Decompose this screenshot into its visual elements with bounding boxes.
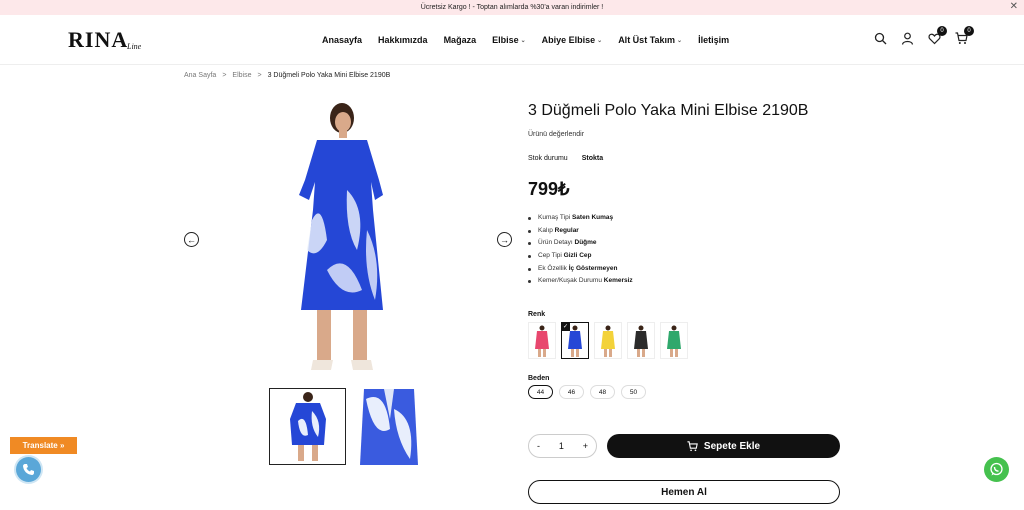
nav-item-hakkimizda[interactable]: Hakkımızda <box>378 35 428 45</box>
add-to-cart-button[interactable]: Sepete Ekle <box>607 434 840 458</box>
color-swatch-black[interactable] <box>627 322 655 360</box>
quantity-decrease-button[interactable]: - <box>537 441 540 451</box>
list-item: Kumaş Tipi Saten Kumaş <box>528 214 848 227</box>
list-item: Ek Özellik İç Göstermeyen <box>528 265 848 278</box>
stock-status: Stok durumu Stokta <box>528 155 848 162</box>
nav-item-alt-ust-takim[interactable]: Alt Üst Takım ⌄ <box>618 35 682 45</box>
cart-count-badge: 0 <box>964 26 974 36</box>
list-item: Kemer/Kuşak Durumu Kemersiz <box>528 277 848 290</box>
header-icons: 0 0 <box>874 26 974 45</box>
color-swatches: ✓ <box>528 322 848 360</box>
quantity-stepper: - 1 + <box>528 434 597 458</box>
wishlist-count-badge: 0 <box>937 26 947 36</box>
product-thumbnail-1[interactable] <box>269 388 346 465</box>
breadcrumb-category[interactable]: Elbise <box>232 72 251 79</box>
chevron-down-icon: ⌄ <box>677 37 683 44</box>
heart-icon[interactable]: 0 <box>928 26 947 45</box>
size-option-46[interactable]: 46 <box>559 385 584 400</box>
phone-icon <box>23 464 34 475</box>
prev-image-arrow-icon[interactable]: ← <box>184 232 199 247</box>
rate-product-link[interactable]: Ürünü değerlendir <box>528 131 848 138</box>
brand-sub: Line <box>127 42 142 51</box>
cart-icon[interactable]: 0 <box>955 26 974 45</box>
announcement-text: Ücretsiz Kargo ! - Toptan alımlarda %30'… <box>420 4 604 11</box>
next-image-arrow-icon[interactable]: → <box>497 232 512 247</box>
breadcrumb-separator: > <box>222 72 227 79</box>
product-price: 799₺ <box>528 179 570 199</box>
product-title: 3 Düğmeli Polo Yaka Mini Elbise 2190B <box>528 102 809 119</box>
product-main-image <box>287 100 397 380</box>
breadcrumb-separator: > <box>257 72 262 79</box>
close-icon[interactable]: ✕ <box>1010 1 1018 12</box>
breadcrumb-current: 3 Düğmeli Polo Yaka Mini Elbise 2190B <box>267 72 391 79</box>
size-option-50[interactable]: 50 <box>621 385 646 400</box>
list-item: Kalıp Regular <box>528 227 848 240</box>
product-info: 3 Düğmeli Polo Yaka Mini Elbise 2190B Ür… <box>528 102 848 400</box>
main-nav: Anasayfa Hakkımızda Mağaza Elbise ⌄ Abiye… <box>322 15 729 65</box>
color-swatch-pink[interactable] <box>528 322 556 360</box>
list-item: Ürün Detayı Düğme <box>528 239 848 252</box>
nav-item-elbise[interactable]: Elbise ⌄ <box>492 35 526 45</box>
search-icon[interactable] <box>874 32 887 45</box>
breadcrumb: Ana Sayfa > Elbise > 3 Düğmeli Polo Yaka… <box>184 72 390 79</box>
breadcrumb-home[interactable]: Ana Sayfa <box>184 72 216 79</box>
color-swatch-yellow[interactable] <box>594 322 622 360</box>
chevron-down-icon: ⌄ <box>520 37 526 44</box>
stock-value: Stokta <box>581 155 604 162</box>
nav-item-anasayfa[interactable]: Anasayfa <box>322 35 362 45</box>
size-options: 44 46 48 50 <box>528 385 848 400</box>
brand-logo[interactable]: RINA Line <box>68 25 148 55</box>
color-swatch-green[interactable] <box>660 322 688 360</box>
phone-call-button[interactable] <box>16 457 41 482</box>
whatsapp-button[interactable] <box>984 457 1009 482</box>
user-icon[interactable] <box>901 32 914 45</box>
quantity-value[interactable]: 1 <box>559 441 564 451</box>
size-label: Beden <box>528 375 550 383</box>
announcement-bar: Ücretsiz Kargo ! - Toptan alımlarda %30'… <box>0 0 1024 15</box>
size-option-44[interactable]: 44 <box>528 385 553 400</box>
product-thumbnail-2[interactable] <box>350 388 427 465</box>
nav-item-iletisim[interactable]: İletişim <box>698 35 729 45</box>
whatsapp-icon <box>990 462 1003 476</box>
add-to-cart-label: Sepete Ekle <box>703 440 761 452</box>
buy-now-button[interactable]: Hemen Al <box>528 480 840 504</box>
buy-now-label: Hemen Al <box>661 486 707 498</box>
nav-item-magaza[interactable]: Mağaza <box>444 35 477 45</box>
list-item: Cep Tipi Gizli Cep <box>528 252 848 265</box>
check-icon: ✓ <box>561 322 570 332</box>
feature-list: Kumaş Tipi Saten Kumaş Kalıp Regular Ürü… <box>528 214 848 290</box>
nav-item-abiye-elbise[interactable]: Abiye Elbise ⌄ <box>542 35 603 45</box>
quantity-increase-button[interactable]: + <box>583 441 588 451</box>
stock-label: Stok durumu <box>528 155 568 162</box>
brand-name: RINA <box>68 27 129 52</box>
cart-icon <box>687 440 698 451</box>
translate-button[interactable]: Translate » <box>10 437 77 454</box>
color-label: Renk <box>528 311 546 319</box>
size-option-48[interactable]: 48 <box>590 385 615 400</box>
color-swatch-blue[interactable]: ✓ <box>561 322 589 360</box>
site-header: RINA Line Anasayfa Hakkımızda Mağaza Elb… <box>0 15 1024 65</box>
chevron-down-icon: ⌄ <box>597 37 603 44</box>
